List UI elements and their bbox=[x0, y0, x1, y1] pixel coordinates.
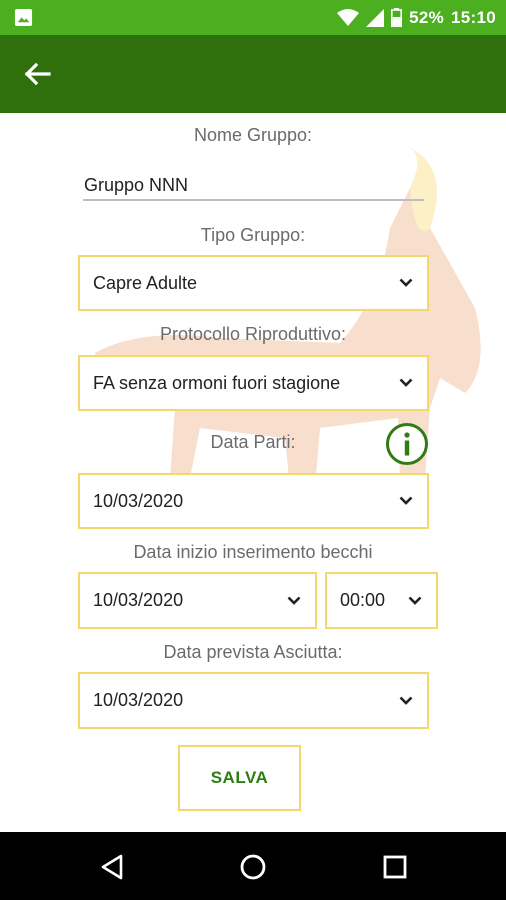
status-bar: 52% 15:10 bbox=[0, 0, 506, 35]
dry-date-value: 10/03/2020 bbox=[93, 690, 184, 710]
recents-square-icon[interactable] bbox=[380, 852, 410, 882]
arrow-left-icon[interactable] bbox=[22, 59, 52, 89]
wifi-icon bbox=[337, 8, 360, 26]
bucks-start-label: Data inizio inserimento becchi bbox=[133, 542, 373, 562]
bucks-start-time-value: 00:00 bbox=[340, 590, 386, 610]
births-date-value: 10/03/2020 bbox=[93, 490, 184, 511]
bucks-start-date-select[interactable]: 10/03/2020 bbox=[78, 572, 317, 629]
home-circle-icon[interactable] bbox=[238, 852, 268, 882]
group-type-value: Capre Adulte bbox=[93, 272, 198, 293]
dry-date-select[interactable]: 10/03/2020 bbox=[78, 672, 429, 729]
bucks-start-date-value: 10/03/2020 bbox=[93, 590, 184, 610]
group-type-label: Tipo Gruppo: bbox=[200, 225, 306, 245]
dry-date-label: Data prevista Asciutta: bbox=[163, 642, 343, 662]
chevron-down-icon bbox=[399, 278, 413, 287]
group-name-label: Nome Gruppo: bbox=[193, 125, 313, 145]
chevron-down-icon bbox=[399, 496, 413, 505]
chevron-down-icon bbox=[287, 596, 301, 605]
back-triangle-icon[interactable] bbox=[98, 852, 128, 882]
protocol-label: Protocollo Riproduttivo: bbox=[159, 324, 347, 344]
protocol-value: FA senza ormoni fuori stagione bbox=[93, 372, 341, 393]
chevron-down-icon bbox=[399, 696, 413, 705]
births-date-label: Data Parti: bbox=[210, 432, 296, 452]
info-icon[interactable] bbox=[385, 422, 429, 466]
battery-icon bbox=[391, 8, 403, 27]
chevron-down-icon bbox=[408, 596, 422, 605]
group-name-input[interactable] bbox=[83, 171, 424, 201]
bucks-start-time-select[interactable]: 00:00 bbox=[325, 572, 438, 629]
system-navigation-bar bbox=[0, 832, 506, 900]
births-date-select[interactable]: 10/03/2020 bbox=[78, 473, 429, 529]
signal-icon bbox=[366, 8, 385, 27]
status-icons: 52% 15:10 bbox=[337, 0, 496, 35]
clock: 15:10 bbox=[451, 7, 496, 27]
form-container: Nome Gruppo: Tipo Gruppo: Capre Adulte P… bbox=[0, 113, 506, 832]
protocol-select[interactable]: FA senza ormoni fuori stagione bbox=[78, 355, 429, 411]
battery-percent: 52% bbox=[409, 7, 445, 27]
app-toolbar bbox=[0, 35, 506, 113]
image-icon bbox=[14, 8, 33, 27]
group-type-select[interactable]: Capre Adulte bbox=[78, 255, 429, 311]
chevron-down-icon bbox=[399, 378, 413, 387]
save-button[interactable]: SALVA bbox=[178, 745, 301, 811]
